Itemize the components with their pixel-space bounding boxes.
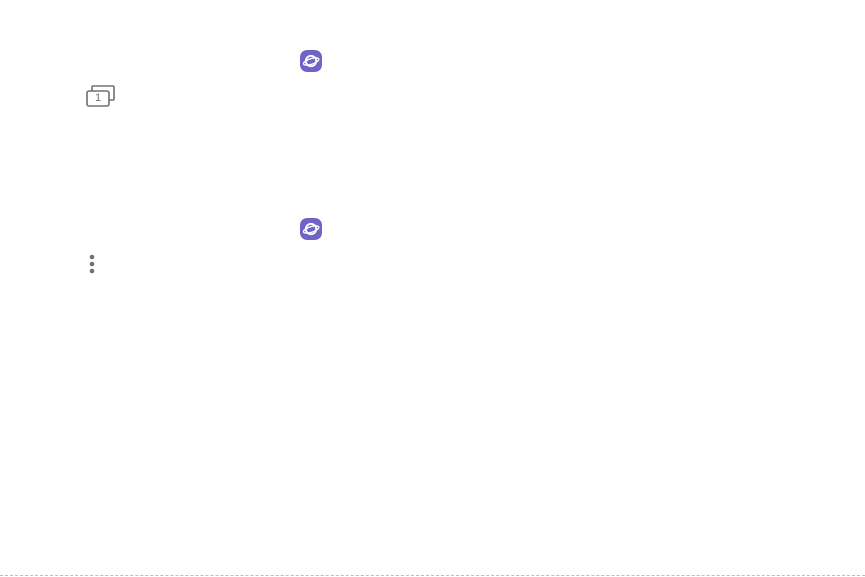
samsung-internet-icon (300, 218, 322, 240)
divider (0, 575, 865, 576)
tabs-count: 1 (94, 92, 102, 104)
samsung-internet-icon (300, 50, 322, 72)
more-options-icon[interactable] (87, 253, 97, 275)
